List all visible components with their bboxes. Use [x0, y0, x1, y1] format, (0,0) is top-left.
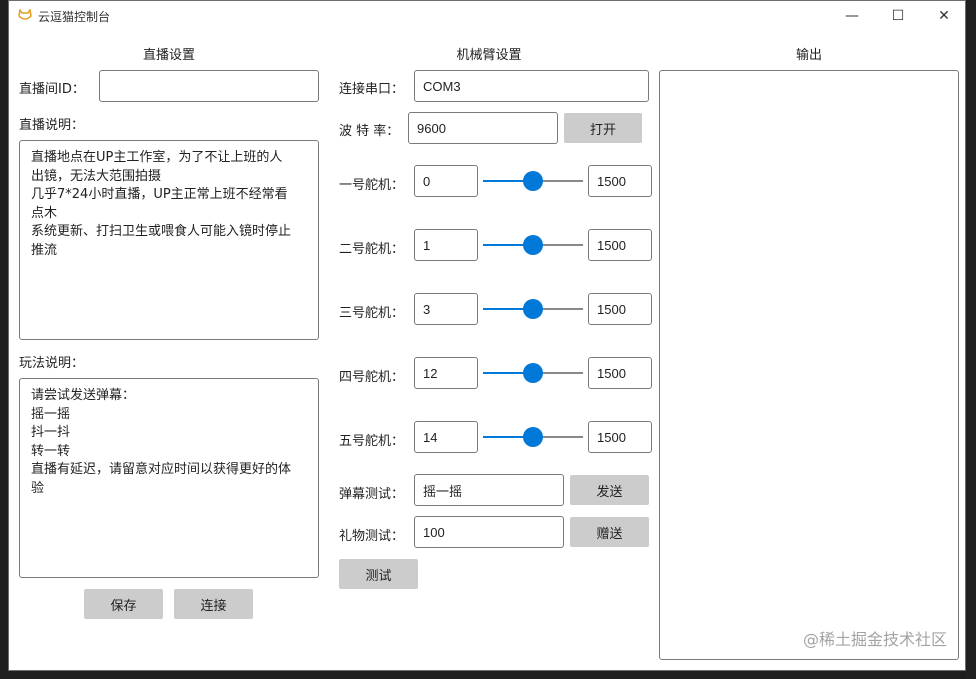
slider-thumb[interactable] [523, 299, 543, 319]
live-settings-title: 直播设置 [142, 48, 195, 63]
minimize-icon: — [845, 8, 859, 24]
connect-button[interactable]: 连接 [174, 589, 253, 619]
app-window: 云逗猫控制台 — ☐ ✕ 直播设置 直播间ID： 直播说明： 直播地点在UP主工… [8, 0, 966, 671]
servo-slider[interactable] [483, 235, 583, 255]
gift-test-input[interactable]: 100 [414, 516, 564, 548]
output-title: 输出 [795, 48, 822, 63]
servo-value-input[interactable]: 1500 [588, 229, 652, 261]
cat-app-icon [18, 9, 32, 20]
servo-value-input[interactable]: 1500 [588, 293, 652, 325]
baud-rate-input[interactable]: 9600 [408, 112, 558, 144]
servo-index-input[interactable]: 12 [414, 357, 478, 389]
servo-label: 五号舵机： [339, 434, 405, 449]
servo-value-input[interactable]: 1500 [588, 165, 652, 197]
output-panel [659, 70, 959, 660]
servo-label: 四号舵机： [339, 370, 405, 385]
watermark: @稀土掘金技术社区 [802, 630, 947, 649]
servo-label: 二号舵机： [339, 242, 405, 257]
play-description-textarea[interactable]: 请尝试发送弹幕： 摇一摇 抖一抖 转一转 直播有延迟，请留意对应时间以获得更好的… [19, 378, 319, 578]
room-id-input[interactable] [99, 70, 319, 102]
live-description-textarea[interactable]: 直播地点在UP主工作室，为了不让上班的人 出镜，无法大范围拍摄 几乎7*24小时… [19, 140, 319, 340]
close-button[interactable]: ✕ [921, 1, 967, 31]
close-icon: ✕ [938, 8, 950, 24]
baud-rate-label: 波 特 率： [339, 124, 400, 139]
maximize-icon: ☐ [891, 8, 905, 24]
servo-label: 三号舵机： [339, 306, 405, 321]
test-button[interactable]: 测试 [339, 559, 418, 589]
danmaku-test-input[interactable]: 摇一摇 [414, 474, 564, 506]
servo-slider[interactable] [483, 171, 583, 191]
background-editor-strip [0, 0, 8, 679]
open-port-button[interactable]: 打开 [564, 113, 642, 143]
maximize-button[interactable]: ☐ [875, 1, 921, 31]
background-editor-strip-right [966, 0, 976, 679]
servo-index-input[interactable]: 14 [414, 421, 478, 453]
send-gift-button[interactable]: 赠送 [570, 517, 649, 547]
slider-thumb[interactable] [523, 427, 543, 447]
title-bar[interactable]: 云逗猫控制台 — ☐ ✕ [9, 1, 965, 31]
servo-value-input[interactable]: 1500 [588, 357, 652, 389]
save-button[interactable]: 保存 [84, 589, 163, 619]
servo-index-input[interactable]: 0 [414, 165, 478, 197]
slider-thumb[interactable] [523, 363, 543, 383]
slider-thumb[interactable] [523, 171, 543, 191]
serial-port-input[interactable]: COM3 [414, 70, 649, 102]
room-id-label: 直播间ID： [19, 82, 85, 97]
arm-settings-title: 机械臂设置 [456, 48, 522, 63]
servo-label: 一号舵机： [339, 178, 405, 193]
window-title: 云逗猫控制台 [38, 10, 111, 24]
servo-index-input[interactable]: 3 [414, 293, 478, 325]
live-description-label: 直播说明： [19, 118, 85, 133]
servo-value-input[interactable]: 1500 [588, 421, 652, 453]
danmaku-test-label: 弹幕测试： [339, 487, 405, 502]
slider-thumb[interactable] [523, 235, 543, 255]
play-description-label: 玩法说明： [19, 356, 85, 371]
serial-port-label: 连接串口： [339, 82, 405, 97]
servo-slider[interactable] [483, 427, 583, 447]
minimize-button[interactable]: — [829, 1, 875, 31]
servo-slider[interactable] [483, 363, 583, 383]
servo-index-input[interactable]: 1 [414, 229, 478, 261]
servo-slider[interactable] [483, 299, 583, 319]
send-danmaku-button[interactable]: 发送 [570, 475, 649, 505]
gift-test-label: 礼物测试： [339, 529, 405, 544]
